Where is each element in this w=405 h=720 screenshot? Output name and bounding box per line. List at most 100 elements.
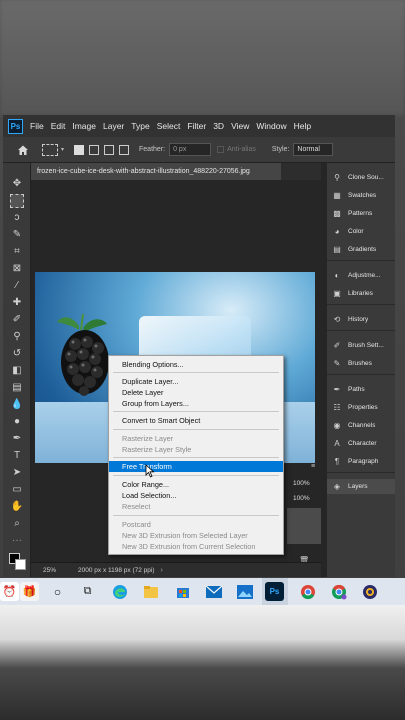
- menu-type[interactable]: Type: [131, 121, 149, 131]
- gradient-tool-icon[interactable]: ▤: [10, 381, 24, 395]
- menu-window[interactable]: Window: [256, 121, 286, 131]
- path-selection-tool-icon[interactable]: ➤: [10, 466, 24, 480]
- mail-icon[interactable]: [204, 582, 223, 601]
- panel-character[interactable]: A Character: [327, 436, 395, 451]
- panel-patterns[interactable]: ▩ Patterns: [327, 206, 395, 221]
- gift-icon[interactable]: 🎁: [20, 582, 39, 601]
- task-view-icon[interactable]: ⧉: [78, 582, 97, 601]
- zoom-level[interactable]: 25%: [43, 567, 56, 574]
- menu-item-load-selection[interactable]: Load Selection...: [109, 490, 283, 501]
- panel-label: Color: [348, 228, 364, 235]
- clone-stamp-tool-icon[interactable]: ⚲: [10, 330, 24, 344]
- marquee-tool-preset-icon[interactable]: [42, 143, 58, 156]
- panel-adjustments[interactable]: ◐ Adjustme...: [327, 268, 395, 283]
- alarm-clock-icon[interactable]: ⏰: [0, 582, 19, 601]
- hand-tool-icon[interactable]: ✋: [10, 500, 24, 514]
- menu-item-convert-smart-object[interactable]: Convert to Smart Object: [109, 415, 283, 426]
- menu-select[interactable]: Select: [157, 121, 181, 131]
- app-icon[interactable]: [360, 582, 379, 601]
- panel-label: Adjustme...: [348, 272, 381, 279]
- panel-menu-icon[interactable]: ≡: [311, 463, 319, 471]
- home-icon[interactable]: [16, 143, 30, 157]
- feather-label: Feather:: [139, 146, 166, 153]
- menu-view[interactable]: View: [231, 121, 249, 131]
- menu-3d[interactable]: 3D: [213, 121, 224, 131]
- intersect-selection-icon[interactable]: [119, 144, 130, 155]
- layer-thumbnail-strip[interactable]: [287, 508, 321, 544]
- type-tool-icon[interactable]: T: [10, 449, 24, 463]
- style-select[interactable]: Normal: [293, 143, 334, 156]
- panel-brushes[interactable]: ✎ Brushes: [327, 356, 395, 371]
- antialias-checkbox[interactable]: [217, 146, 225, 153]
- document-tab[interactable]: frozen-ice-cube-ice-desk-with-abstract-i…: [31, 163, 281, 180]
- photoshop-icon[interactable]: Ps: [265, 582, 284, 601]
- panel-libraries[interactable]: ▣ Libraries: [327, 286, 395, 301]
- swatches-icon: ▦: [333, 190, 341, 200]
- panel-properties[interactable]: ☷ Properties: [327, 400, 395, 415]
- panel-gradients[interactable]: ▤ Gradients: [327, 242, 395, 257]
- chevron-down-icon[interactable]: ▾: [61, 146, 64, 153]
- menu-edit[interactable]: Edit: [51, 121, 66, 131]
- blur-tool-icon[interactable]: 💧: [10, 398, 24, 412]
- feather-input[interactable]: 0 px: [169, 143, 212, 156]
- menu-item-group-from-layers[interactable]: Group from Layers...: [109, 398, 283, 409]
- panel-channels[interactable]: ◉ Channels: [327, 418, 395, 433]
- menu-file[interactable]: File: [30, 121, 44, 131]
- patterns-icon: ▩: [333, 208, 341, 218]
- eyedropper-tool-icon[interactable]: ⁄: [10, 279, 24, 293]
- marquee-tool-icon[interactable]: [10, 194, 24, 208]
- add-selection-icon[interactable]: [89, 144, 100, 155]
- subtract-selection-icon[interactable]: [104, 144, 115, 155]
- frame-tool-icon[interactable]: ⊠: [10, 262, 24, 276]
- quick-selection-tool-icon[interactable]: ✎: [10, 228, 24, 242]
- panel-group-divider: [327, 260, 395, 261]
- store-icon[interactable]: [173, 582, 192, 601]
- panel-color[interactable]: ◕ Color: [327, 224, 395, 239]
- brush-tool-icon[interactable]: ✐: [10, 313, 24, 327]
- menu-item-color-range[interactable]: Color Range...: [109, 479, 283, 490]
- chevron-right-icon[interactable]: ›: [161, 567, 163, 574]
- menu-item-free-transform[interactable]: Free Transform: [109, 461, 283, 472]
- panel-layers[interactable]: ◈ Layers: [327, 479, 395, 494]
- photos-icon[interactable]: [235, 582, 254, 601]
- layer-opacity-field[interactable]: 100%: [291, 478, 319, 489]
- panel-paths[interactable]: ✒ Paths: [327, 382, 395, 397]
- eraser-tool-icon[interactable]: ◧: [10, 364, 24, 378]
- layer-fill-field[interactable]: 100%: [291, 493, 319, 504]
- menu-image[interactable]: Image: [72, 121, 96, 131]
- panel-clone-source[interactable]: ⚲ Clone Sou...: [327, 170, 395, 185]
- edge-icon[interactable]: [110, 582, 129, 601]
- panel-history[interactable]: ⟲ History: [327, 312, 395, 327]
- menu-item-duplicate-layer[interactable]: Duplicate Layer...: [109, 376, 283, 387]
- panel-paragraph[interactable]: ¶ Paragraph: [327, 454, 395, 469]
- panel-label: Patterns: [348, 210, 373, 217]
- background-color-swatch[interactable]: [15, 559, 26, 570]
- zoom-tool-icon[interactable]: ⌕: [10, 517, 24, 531]
- pen-tool-icon[interactable]: ✒: [10, 432, 24, 446]
- panel-brush-settings[interactable]: ✐ Brush Sett...: [327, 338, 395, 353]
- new-selection-icon[interactable]: [74, 144, 85, 155]
- panel-label: Brush Sett...: [348, 342, 384, 349]
- menu-item-delete-layer[interactable]: Delete Layer: [109, 387, 283, 398]
- history-brush-tool-icon[interactable]: ↺: [10, 347, 24, 361]
- menu-help[interactable]: Help: [294, 121, 311, 131]
- chrome-icon[interactable]: [298, 582, 317, 601]
- more-tools-icon[interactable]: ···: [10, 534, 24, 548]
- chrome-profile-icon[interactable]: [329, 582, 348, 601]
- menu-filter[interactable]: Filter: [187, 121, 206, 131]
- move-tool-icon[interactable]: ✥: [10, 177, 24, 191]
- panel-swatches[interactable]: ▦ Swatches: [327, 188, 395, 203]
- panel-group-divider: [327, 304, 395, 305]
- menu-layer[interactable]: Layer: [103, 121, 124, 131]
- panel-label: History: [348, 316, 369, 323]
- menu-item-blending-options[interactable]: Blending Options...: [109, 359, 283, 370]
- photoshop-logo-icon[interactable]: Ps: [8, 118, 23, 134]
- file-explorer-icon[interactable]: [141, 582, 160, 601]
- start-circle-icon[interactable]: ○: [48, 582, 67, 601]
- healing-brush-tool-icon[interactable]: ✚: [10, 296, 24, 310]
- crop-tool-icon[interactable]: ⌗: [10, 245, 24, 259]
- rectangle-tool-icon[interactable]: ▭: [10, 483, 24, 497]
- dodge-tool-icon[interactable]: ●: [10, 415, 24, 429]
- panel-label: Paragraph: [348, 458, 379, 465]
- lasso-tool-icon[interactable]: ↄ: [10, 211, 24, 225]
